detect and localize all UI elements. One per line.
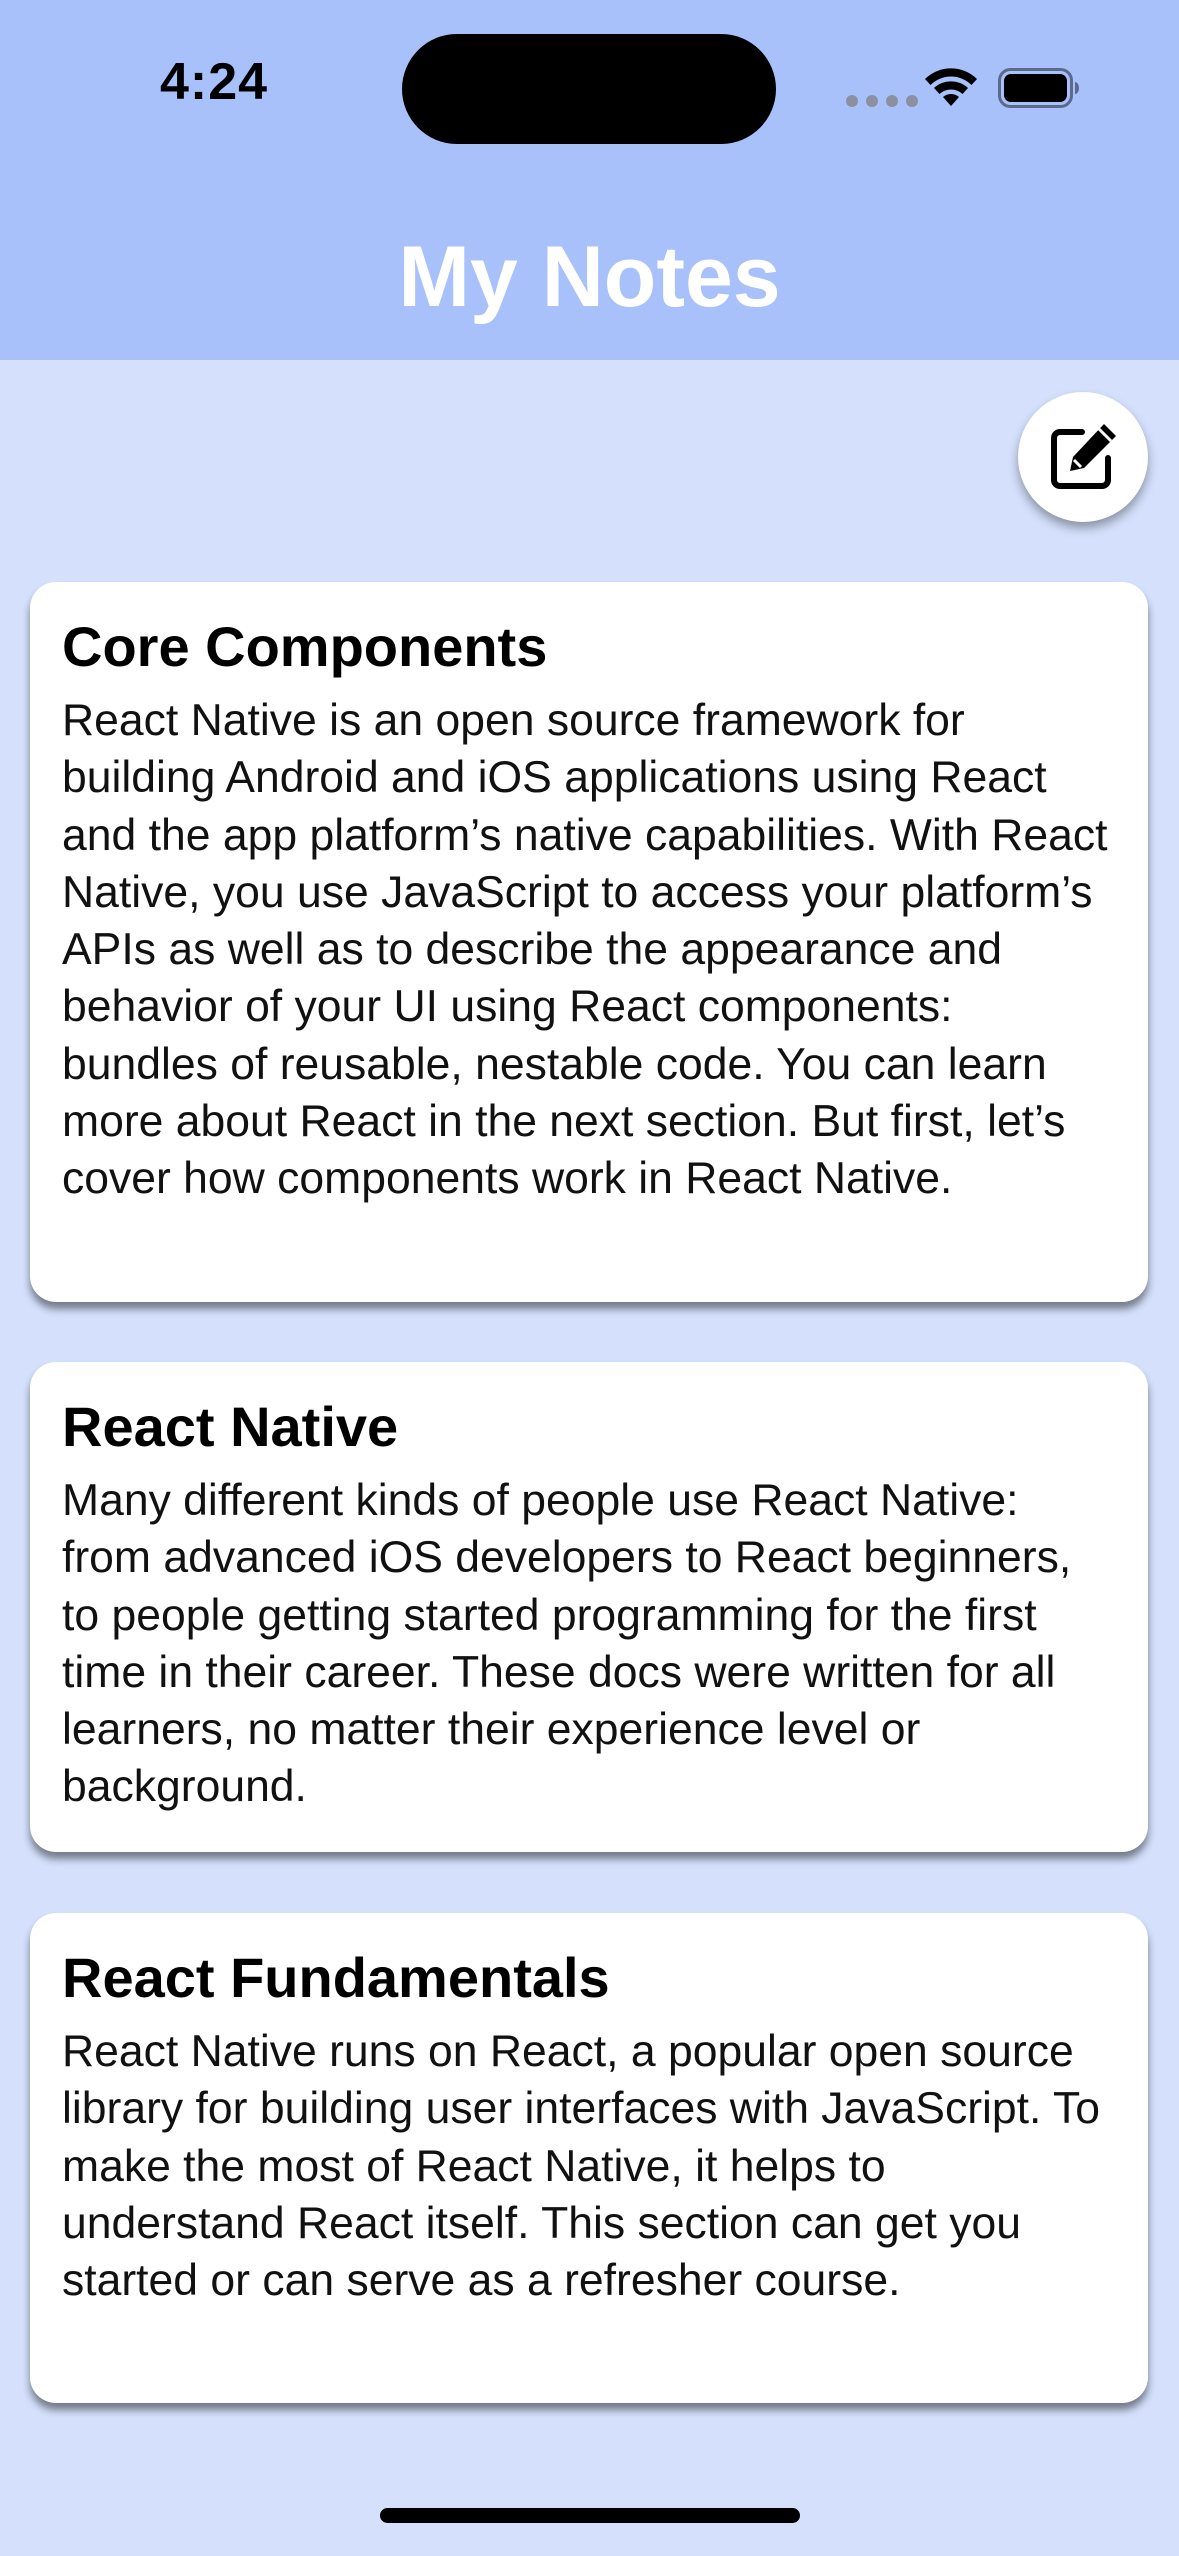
- note-card[interactable]: React Native Many different kinds of peo…: [30, 1362, 1148, 1852]
- dynamic-island: [402, 34, 776, 144]
- cellular-signal-icon: [846, 95, 918, 107]
- note-body: React Native runs on React, a popular op…: [62, 2027, 1100, 2306]
- edit-note-icon: [1051, 424, 1116, 489]
- status-bar-time: 4:24: [160, 53, 269, 111]
- note-body: React Native is an open source framework…: [62, 696, 1108, 1204]
- note-body: Many different kinds of people use React…: [62, 1476, 1072, 1812]
- note-title: React Native: [62, 1395, 399, 1458]
- page-title: My Notes: [398, 229, 781, 325]
- note-title: Core Components: [62, 615, 548, 678]
- home-indicator[interactable]: [380, 2508, 800, 2523]
- battery-icon: [998, 68, 1079, 108]
- wifi-icon: [925, 68, 977, 106]
- note-title: React Fundamentals: [62, 1946, 610, 2009]
- note-card[interactable]: Core Components React Native is an open …: [30, 582, 1148, 1302]
- note-card[interactable]: React Fundamentals React Native runs on …: [30, 1913, 1148, 2403]
- app-header: 4:24 My Notes: [0, 0, 1179, 360]
- new-note-button[interactable]: [1018, 392, 1148, 522]
